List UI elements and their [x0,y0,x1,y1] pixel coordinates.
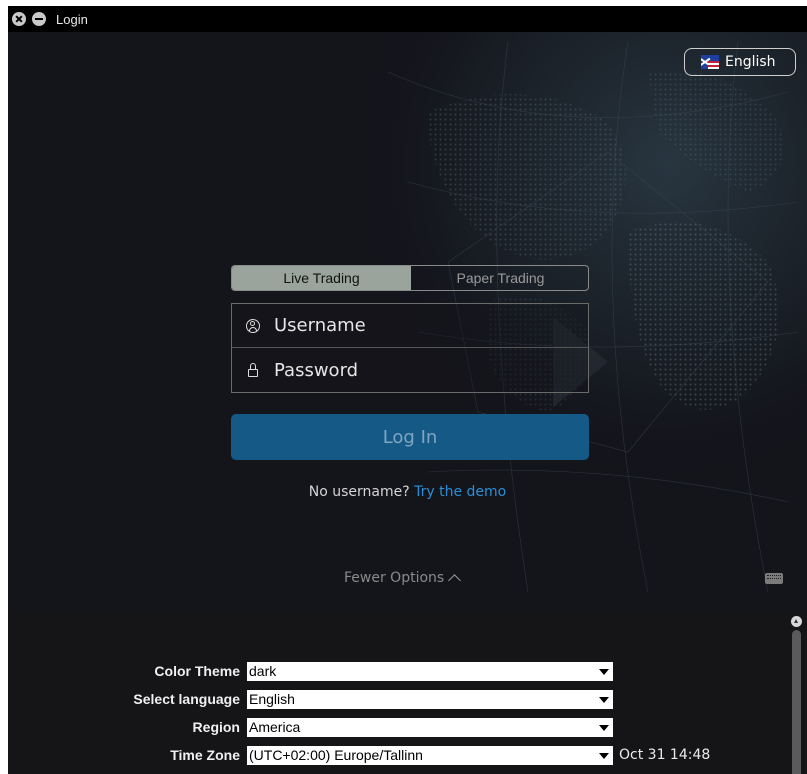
select-value: America [249,719,301,735]
language-button-label: English [725,54,776,70]
dropdown-arrow-icon [599,753,609,759]
minimize-window-icon[interactable] [32,12,46,26]
username-field[interactable] [231,303,589,348]
option-language: Select language English [8,690,788,710]
demo-prompt: No username? Try the demo [8,484,807,500]
trading-mode-tabs: Live Trading Paper Trading [231,265,589,291]
username-input[interactable] [274,315,574,336]
option-label: Region [192,719,240,735]
option-time-zone: Time Zone (UTC+02:00) Europe/Tallinn Oct… [8,746,788,766]
tab-live-trading[interactable]: Live Trading [232,266,411,290]
dropdown-arrow-icon [599,725,609,731]
select-value: dark [249,663,277,679]
select-value: (UTC+02:00) Europe/Tallinn [249,747,423,763]
dropdown-arrow-icon [599,697,609,703]
login-window: Login English Live Trading Paper Trading… [8,6,807,774]
password-field[interactable] [231,348,589,393]
time-zone-select[interactable]: (UTC+02:00) Europe/Tallinn [247,746,613,765]
login-button[interactable]: Log In [231,414,589,460]
login-panel: English Live Trading Paper Trading Log I… [8,32,807,612]
language-select[interactable]: English [247,690,613,709]
password-input[interactable] [274,359,574,381]
option-color-theme: Color Theme dark [8,662,788,682]
options-panel: Color Theme dark Select language English… [8,612,807,774]
close-window-icon[interactable] [12,12,26,26]
tab-paper-trading[interactable]: Paper Trading [411,266,588,290]
current-time: Oct 31 14:48 [619,747,711,763]
option-label: Color Theme [154,663,240,679]
color-theme-select[interactable]: dark [247,662,613,681]
uk-flag-icon [701,55,719,69]
option-label: Select language [133,691,240,707]
select-value: English [249,691,295,707]
lock-icon [246,363,260,377]
scroll-up-icon[interactable] [791,616,802,627]
chevron-up-icon [448,574,462,587]
option-region: Region America [8,718,788,738]
demo-prefix: No username? [308,484,410,500]
dropdown-arrow-icon [599,669,609,675]
try-demo-link[interactable]: Try the demo [414,484,506,500]
user-icon [246,318,260,333]
title-bar: Login [8,6,807,32]
region-select[interactable]: America [247,718,613,737]
scrollbar-thumb[interactable] [792,630,801,774]
fewer-options-label: Fewer Options [344,570,445,586]
window-title: Login [56,12,88,27]
option-label: Time Zone [170,747,240,763]
keyboard-icon[interactable] [765,573,783,584]
fewer-options-toggle[interactable]: Fewer Options [344,570,462,587]
language-button[interactable]: English [684,48,796,76]
